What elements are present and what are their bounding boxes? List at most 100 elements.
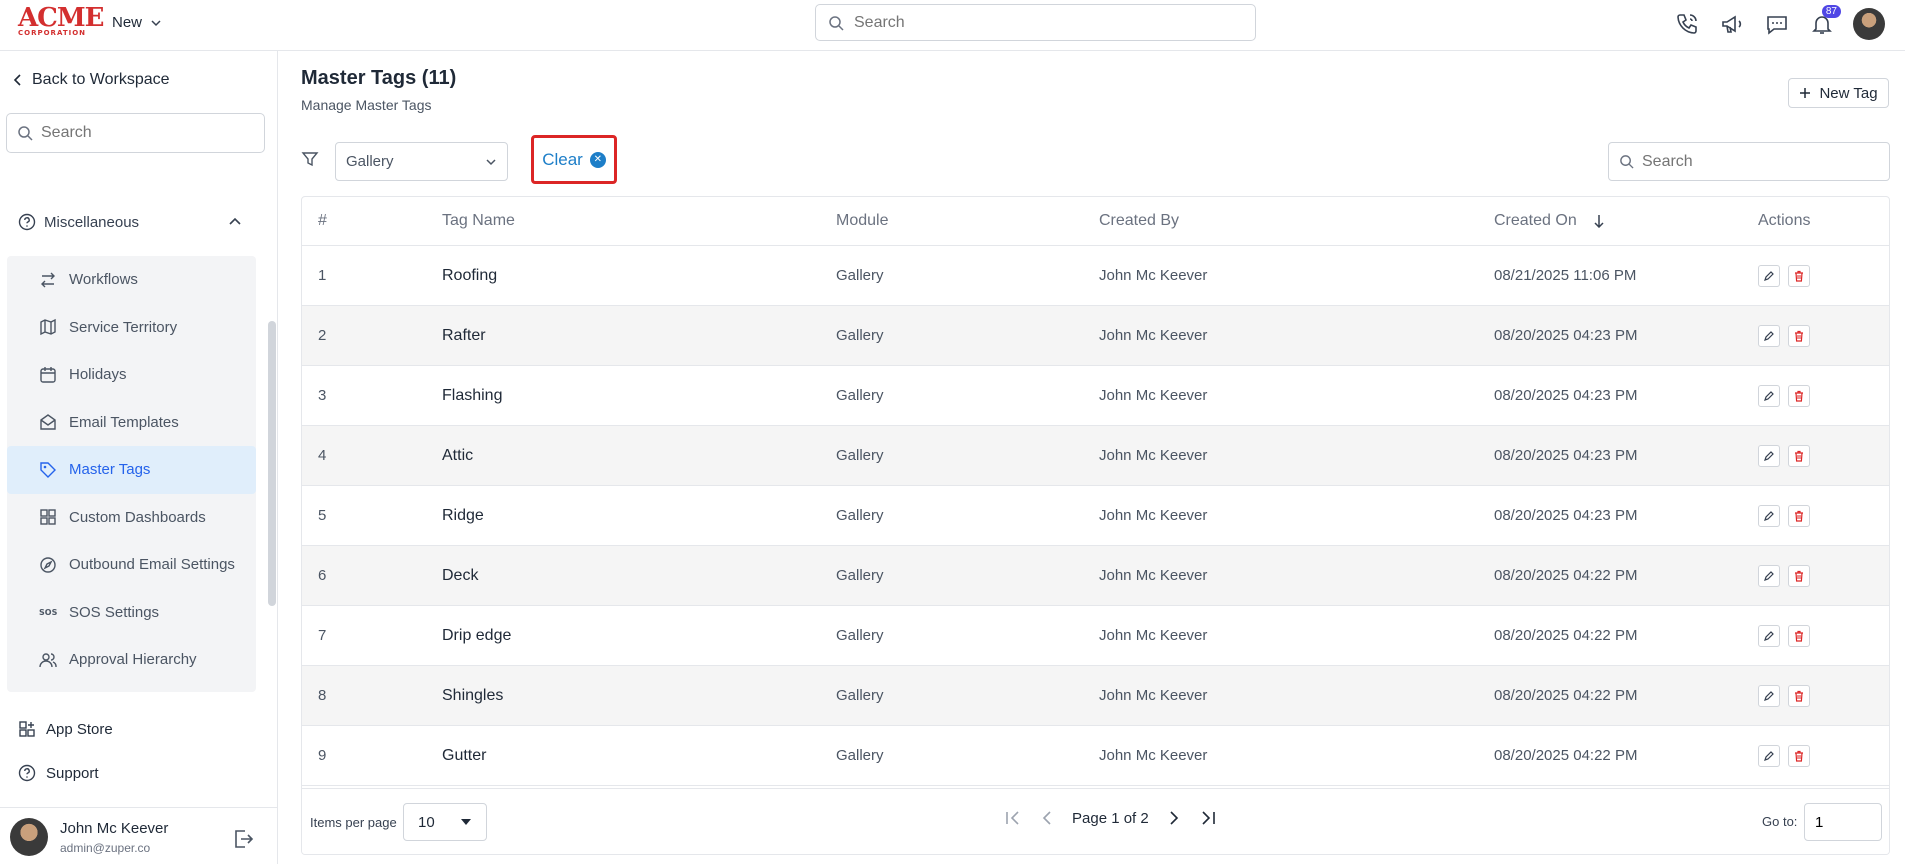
section-label: Miscellaneous bbox=[44, 213, 140, 231]
table-row[interactable]: 7 Drip edge Gallery John Mc Keever 08/20… bbox=[302, 606, 1889, 666]
edit-icon[interactable] bbox=[1758, 684, 1780, 707]
header-num: # bbox=[318, 212, 327, 229]
header-created-by[interactable]: Created By bbox=[1099, 212, 1179, 230]
row-number: 5 bbox=[318, 507, 327, 524]
edit-icon[interactable] bbox=[1758, 744, 1780, 767]
delete-icon[interactable] bbox=[1788, 684, 1810, 707]
first-page-icon[interactable] bbox=[1004, 809, 1022, 827]
sidebar-item-master-tags[interactable]: Master Tags bbox=[7, 446, 256, 494]
next-page-icon[interactable] bbox=[1165, 809, 1183, 827]
sidebar-search-input[interactable] bbox=[41, 124, 251, 142]
chevron-down-icon bbox=[151, 19, 161, 26]
items-per-page-label: Items per page bbox=[310, 815, 397, 830]
row-module: Gallery bbox=[836, 627, 884, 644]
table-row[interactable]: 6 Deck Gallery John Mc Keever 08/20/2025… bbox=[302, 546, 1889, 606]
top-icons: 87 bbox=[1673, 4, 1885, 40]
bell-icon[interactable]: 87 bbox=[1808, 4, 1841, 38]
sidebar-item-email-templates[interactable]: Email Templates bbox=[7, 399, 256, 447]
sidebar-scrollbar[interactable] bbox=[268, 321, 276, 606]
new-tag-label: New Tag bbox=[1819, 84, 1878, 102]
goto-page-input[interactable] bbox=[1804, 803, 1882, 841]
header-tag-name[interactable]: Tag Name bbox=[442, 212, 515, 230]
delete-icon[interactable] bbox=[1788, 744, 1810, 767]
help-circle-icon bbox=[18, 764, 36, 782]
back-to-workspace-link[interactable]: Back to Workspace bbox=[12, 71, 170, 89]
tag-icon bbox=[40, 462, 56, 478]
user-avatar[interactable] bbox=[1853, 8, 1885, 40]
sidebar-submenu: Workflows Service Territory Holidays Ema… bbox=[7, 256, 256, 692]
delete-icon[interactable] bbox=[1788, 324, 1810, 347]
row-created-on: 08/20/2025 04:22 PM bbox=[1494, 747, 1638, 764]
logout-icon[interactable] bbox=[232, 828, 254, 855]
avatar[interactable] bbox=[10, 818, 48, 856]
table-row[interactable]: 3 Flashing Gallery John Mc Keever 08/20/… bbox=[302, 366, 1889, 426]
last-page-icon[interactable] bbox=[1199, 809, 1217, 827]
chevron-up-icon bbox=[229, 217, 241, 225]
edit-icon[interactable] bbox=[1758, 624, 1780, 647]
delete-icon[interactable] bbox=[1788, 384, 1810, 407]
row-module: Gallery bbox=[836, 267, 884, 284]
table-row[interactable]: 8 Shingles Gallery John Mc Keever 08/20/… bbox=[302, 666, 1889, 726]
delete-icon[interactable] bbox=[1788, 444, 1810, 467]
close-icon: ✕ bbox=[589, 151, 606, 168]
sidebar-item-outbound-email-settings[interactable]: Outbound Email Settings bbox=[7, 541, 256, 589]
sidebar-item-sos-settings[interactable]: SOS SOS Settings bbox=[7, 589, 256, 637]
search-icon bbox=[829, 15, 844, 31]
phone-icon[interactable] bbox=[1673, 11, 1700, 38]
delete-icon[interactable] bbox=[1788, 264, 1810, 287]
delete-icon[interactable] bbox=[1788, 504, 1810, 527]
sidebar-item-label: Holidays bbox=[69, 366, 127, 384]
prev-page-icon[interactable] bbox=[1038, 809, 1056, 827]
acme-logo[interactable]: ACME CORPORATION bbox=[18, 5, 104, 37]
row-module: Gallery bbox=[836, 567, 884, 584]
new-tag-button[interactable]: New Tag bbox=[1788, 78, 1889, 108]
filter-icon[interactable] bbox=[301, 150, 319, 173]
row-created-by: John Mc Keever bbox=[1099, 447, 1208, 464]
search-icon bbox=[1620, 155, 1634, 169]
global-search-input[interactable] bbox=[854, 13, 1234, 32]
sidebar-item-support[interactable]: Support bbox=[18, 764, 99, 782]
table-row[interactable]: 4 Attic Gallery John Mc Keever 08/20/202… bbox=[302, 426, 1889, 486]
table-search[interactable] bbox=[1608, 142, 1890, 181]
sidebar-item-workflows[interactable]: Workflows bbox=[7, 256, 256, 304]
sidebar: Back to Workspace Miscellaneous Workflow… bbox=[0, 51, 278, 864]
logo-sub-text: CORPORATION bbox=[18, 29, 87, 37]
new-menu-button[interactable]: New bbox=[112, 14, 162, 31]
sidebar-search[interactable] bbox=[6, 113, 265, 153]
header-actions: Actions bbox=[1758, 212, 1811, 229]
table-row[interactable]: 2 Rafter Gallery John Mc Keever 08/20/20… bbox=[302, 306, 1889, 366]
edit-icon[interactable] bbox=[1758, 564, 1780, 587]
clear-filter-button[interactable]: Clear ✕ bbox=[531, 135, 617, 184]
module-filter-select[interactable]: Gallery bbox=[335, 142, 508, 181]
delete-icon[interactable] bbox=[1788, 564, 1810, 587]
header-created-on[interactable]: Created On bbox=[1494, 212, 1605, 230]
table-header: # Tag Name Module Created By Created On … bbox=[302, 197, 1889, 246]
sidebar-item-custom-dashboards[interactable]: Custom Dashboards bbox=[7, 494, 256, 542]
search-icon bbox=[18, 126, 33, 141]
table-row[interactable]: 1 Roofing Gallery John Mc Keever 08/21/2… bbox=[302, 246, 1889, 306]
sidebar-item-holidays[interactable]: Holidays bbox=[7, 351, 256, 399]
table-row[interactable]: 5 Ridge Gallery John Mc Keever 08/20/202… bbox=[302, 486, 1889, 546]
edit-icon[interactable] bbox=[1758, 504, 1780, 527]
edit-icon[interactable] bbox=[1758, 264, 1780, 287]
help-circle-icon bbox=[18, 213, 36, 231]
edit-icon[interactable] bbox=[1758, 444, 1780, 467]
chat-icon[interactable] bbox=[1763, 11, 1790, 38]
sidebar-item-app-store[interactable]: App Store bbox=[18, 720, 113, 738]
table-search-input[interactable] bbox=[1642, 152, 1882, 171]
global-search[interactable] bbox=[815, 4, 1256, 41]
edit-icon[interactable] bbox=[1758, 324, 1780, 347]
sidebar-item-approval-hierarchy[interactable]: Approval Hierarchy bbox=[7, 636, 256, 684]
compass-icon bbox=[40, 557, 56, 573]
header-module[interactable]: Module bbox=[836, 212, 888, 230]
row-created-on: 08/20/2025 04:22 PM bbox=[1494, 687, 1638, 704]
items-per-page-select[interactable]: 10 bbox=[403, 803, 487, 841]
sidebar-section-miscellaneous[interactable]: Miscellaneous bbox=[18, 213, 242, 231]
row-actions bbox=[1758, 624, 1818, 647]
sidebar-item-service-territory[interactable]: Service Territory bbox=[7, 304, 256, 352]
row-actions bbox=[1758, 564, 1818, 587]
edit-icon[interactable] bbox=[1758, 384, 1780, 407]
megaphone-icon[interactable] bbox=[1718, 11, 1745, 38]
table-row[interactable]: 9 Gutter Gallery John Mc Keever 08/20/20… bbox=[302, 726, 1889, 786]
delete-icon[interactable] bbox=[1788, 624, 1810, 647]
